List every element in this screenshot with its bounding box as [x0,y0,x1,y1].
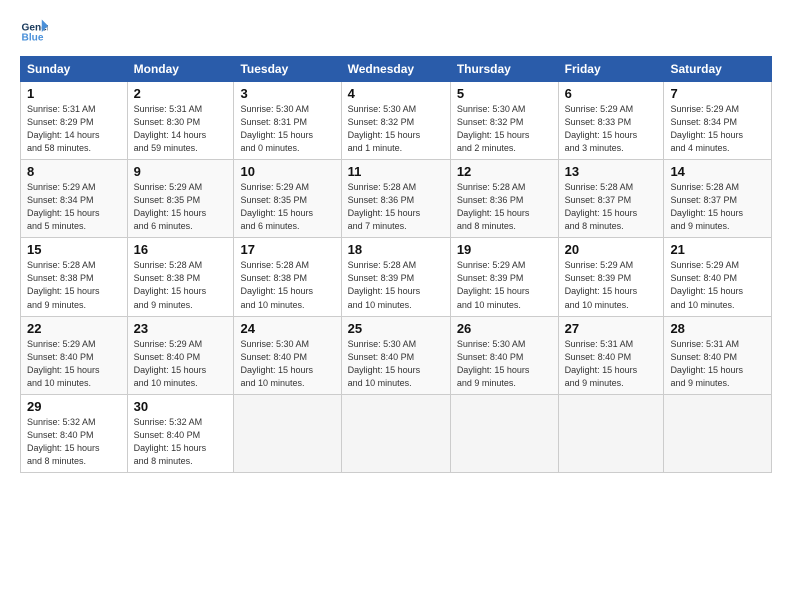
header-saturday: Saturday [664,57,772,82]
day-24: 24 Sunrise: 5:30 AMSunset: 8:40 PMDaylig… [234,316,341,394]
empty-cell-2 [341,394,450,472]
logo: General Blue [20,18,48,46]
empty-cell-3 [450,394,558,472]
header-friday: Friday [558,57,664,82]
day-15: 15 Sunrise: 5:28 AMSunset: 8:38 PMDaylig… [21,238,128,316]
calendar-row-1: 1 Sunrise: 5:31 AMSunset: 8:29 PMDayligh… [21,82,772,160]
logo-icon: General Blue [20,18,48,46]
day-11: 11 Sunrise: 5:28 AMSunset: 8:36 PMDaylig… [341,160,450,238]
weekday-header-row: Sunday Monday Tuesday Wednesday Thursday… [21,57,772,82]
day-28: 28 Sunrise: 5:31 AMSunset: 8:40 PMDaylig… [664,316,772,394]
day-7: 7 Sunrise: 5:29 AMSunset: 8:34 PMDayligh… [664,82,772,160]
day-8: 8 Sunrise: 5:29 AMSunset: 8:34 PMDayligh… [21,160,128,238]
day-18: 18 Sunrise: 5:28 AMSunset: 8:39 PMDaylig… [341,238,450,316]
header-thursday: Thursday [450,57,558,82]
day-29: 29 Sunrise: 5:32 AMSunset: 8:40 PMDaylig… [21,394,128,472]
day-25: 25 Sunrise: 5:30 AMSunset: 8:40 PMDaylig… [341,316,450,394]
day-12: 12 Sunrise: 5:28 AMSunset: 8:36 PMDaylig… [450,160,558,238]
calendar-table: Sunday Monday Tuesday Wednesday Thursday… [20,56,772,473]
day-16: 16 Sunrise: 5:28 AMSunset: 8:38 PMDaylig… [127,238,234,316]
day-4: 4 Sunrise: 5:30 AMSunset: 8:32 PMDayligh… [341,82,450,160]
day-19: 19 Sunrise: 5:29 AMSunset: 8:39 PMDaylig… [450,238,558,316]
day-1: 1 Sunrise: 5:31 AMSunset: 8:29 PMDayligh… [21,82,128,160]
calendar-page: General Blue Sunday Monday Tuesday Wedne… [0,0,792,612]
day-10: 10 Sunrise: 5:29 AMSunset: 8:35 PMDaylig… [234,160,341,238]
calendar-row-4: 22 Sunrise: 5:29 AMSunset: 8:40 PMDaylig… [21,316,772,394]
calendar-row-3: 15 Sunrise: 5:28 AMSunset: 8:38 PMDaylig… [21,238,772,316]
day-2: 2 Sunrise: 5:31 AMSunset: 8:30 PMDayligh… [127,82,234,160]
header-sunday: Sunday [21,57,128,82]
empty-cell-5 [664,394,772,472]
day-17: 17 Sunrise: 5:28 AMSunset: 8:38 PMDaylig… [234,238,341,316]
calendar-row-5: 29 Sunrise: 5:32 AMSunset: 8:40 PMDaylig… [21,394,772,472]
day-23: 23 Sunrise: 5:29 AMSunset: 8:40 PMDaylig… [127,316,234,394]
header-monday: Monday [127,57,234,82]
day-5: 5 Sunrise: 5:30 AMSunset: 8:32 PMDayligh… [450,82,558,160]
day-21: 21 Sunrise: 5:29 AMSunset: 8:40 PMDaylig… [664,238,772,316]
empty-cell-1 [234,394,341,472]
day-22: 22 Sunrise: 5:29 AMSunset: 8:40 PMDaylig… [21,316,128,394]
header-wednesday: Wednesday [341,57,450,82]
svg-text:Blue: Blue [22,33,44,44]
day-6: 6 Sunrise: 5:29 AMSunset: 8:33 PMDayligh… [558,82,664,160]
day-27: 27 Sunrise: 5:31 AMSunset: 8:40 PMDaylig… [558,316,664,394]
calendar-row-2: 8 Sunrise: 5:29 AMSunset: 8:34 PMDayligh… [21,160,772,238]
day-20: 20 Sunrise: 5:29 AMSunset: 8:39 PMDaylig… [558,238,664,316]
day-26: 26 Sunrise: 5:30 AMSunset: 8:40 PMDaylig… [450,316,558,394]
day-9: 9 Sunrise: 5:29 AMSunset: 8:35 PMDayligh… [127,160,234,238]
empty-cell-4 [558,394,664,472]
header-tuesday: Tuesday [234,57,341,82]
header: General Blue [20,18,772,46]
day-30: 30 Sunrise: 5:32 AMSunset: 8:40 PMDaylig… [127,394,234,472]
day-14: 14 Sunrise: 5:28 AMSunset: 8:37 PMDaylig… [664,160,772,238]
day-13: 13 Sunrise: 5:28 AMSunset: 8:37 PMDaylig… [558,160,664,238]
day-3: 3 Sunrise: 5:30 AMSunset: 8:31 PMDayligh… [234,82,341,160]
